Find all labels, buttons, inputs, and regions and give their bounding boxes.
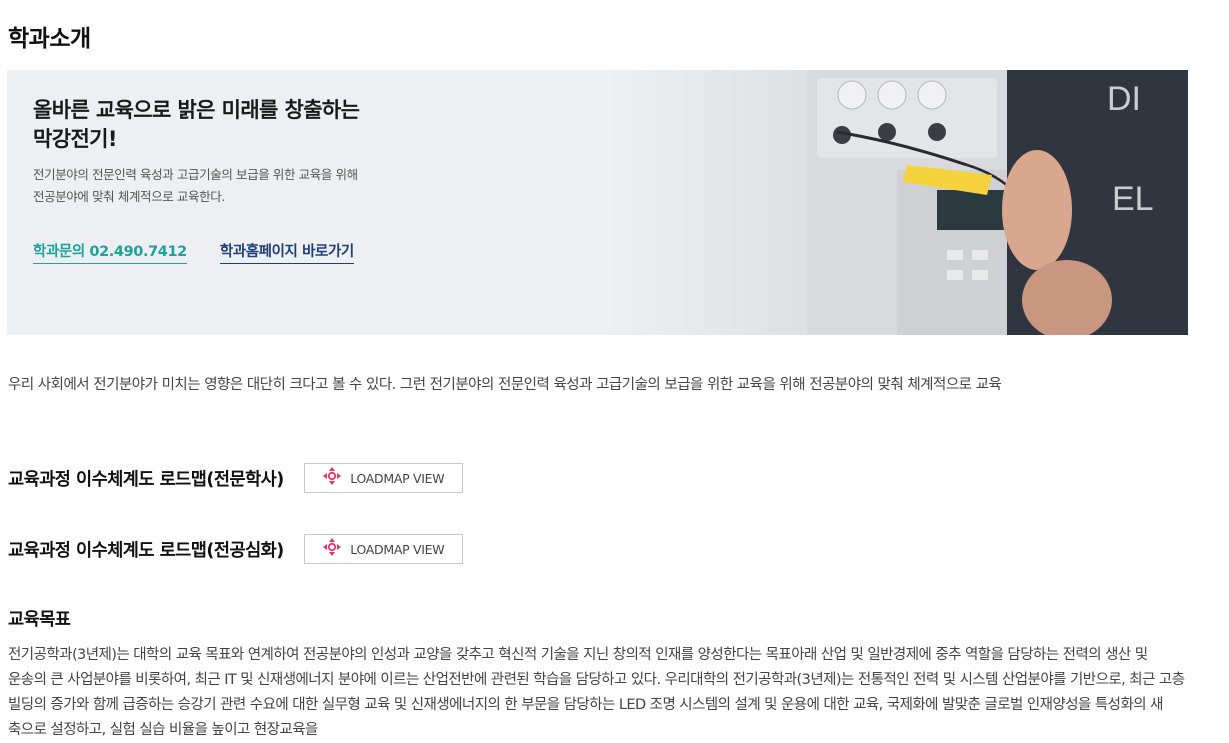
hero-desc-line1: 전기분야의 전문인력 육성과 고급기술의 보급을 위한 교육을 위해 [33, 167, 358, 182]
loadmap-view-button[interactable]: LOADMAP VIEW [303, 534, 463, 564]
intro-text: 우리 사회에서 전기분야가 미치는 영향은 대단히 크다고 볼 수 있다. 그런… [8, 377, 1002, 393]
hero-heading-line1: 올바른 교육으로 밝은 미래를 창출하는 [33, 98, 360, 122]
svg-text:DI: DI [1107, 80, 1141, 118]
education-goals-title: 교육목표 [8, 610, 71, 630]
hero-heading-line2: 막강전기! [33, 127, 117, 151]
lab-equipment-photo: DI EL [607, 70, 1188, 335]
hero-description: 전기분야의 전문인력 육성과 고급기술의 보급을 위한 교육을 위해 전공분야에… [33, 164, 463, 208]
loadmap-view-label: LOADMAP VIEW [350, 541, 445, 557]
loadmap-view-label: LOADMAP VIEW [350, 470, 445, 486]
hero-banner: DI EL 올바른 교육으로 밝은 미래를 창출하는 막강전기! 전기분야의 전… [7, 70, 1188, 335]
hero-content: 올바른 교육으로 밝은 미래를 창출하는 막강전기! 전기분야의 전문인력 육성… [33, 96, 463, 208]
roadmap-title: 교육과정 이수체계도 로드맵(전문학사) [8, 469, 284, 490]
hero-links: 학과문의 02.490.7412 학과홈페이지 바로가기 [33, 240, 354, 264]
hero-heading: 올바른 교육으로 밝은 미래를 창출하는 막강전기! [33, 96, 463, 154]
roadmap-row-associate: 교육과정 이수체계도 로드맵(전문학사) LOADMAP VIEW [8, 463, 463, 493]
department-homepage-link[interactable]: 학과홈페이지 바로가기 [219, 240, 354, 264]
education-goals-text: 전기공학과(3년제)는 대학의 교육 목표와 연계하여 전공분야의 인성과 교양… [8, 647, 1185, 738]
hero-desc-line2: 전공분야에 맞춰 체계적으로 교육한다. [33, 189, 225, 204]
roadmap-row-advanced: 교육과정 이수체계도 로드맵(전공심화) LOADMAP VIEW [8, 534, 463, 564]
page-title: 학과소개 [8, 26, 91, 53]
department-phone-link[interactable]: 학과문의 02.490.7412 [33, 240, 187, 264]
svg-text:EL: EL [1112, 180, 1154, 218]
move-arrows-icon [322, 537, 342, 561]
roadmap-title: 교육과정 이수체계도 로드맵(전공심화) [8, 540, 284, 561]
move-arrows-icon [322, 466, 342, 490]
loadmap-view-button[interactable]: LOADMAP VIEW [303, 463, 463, 493]
